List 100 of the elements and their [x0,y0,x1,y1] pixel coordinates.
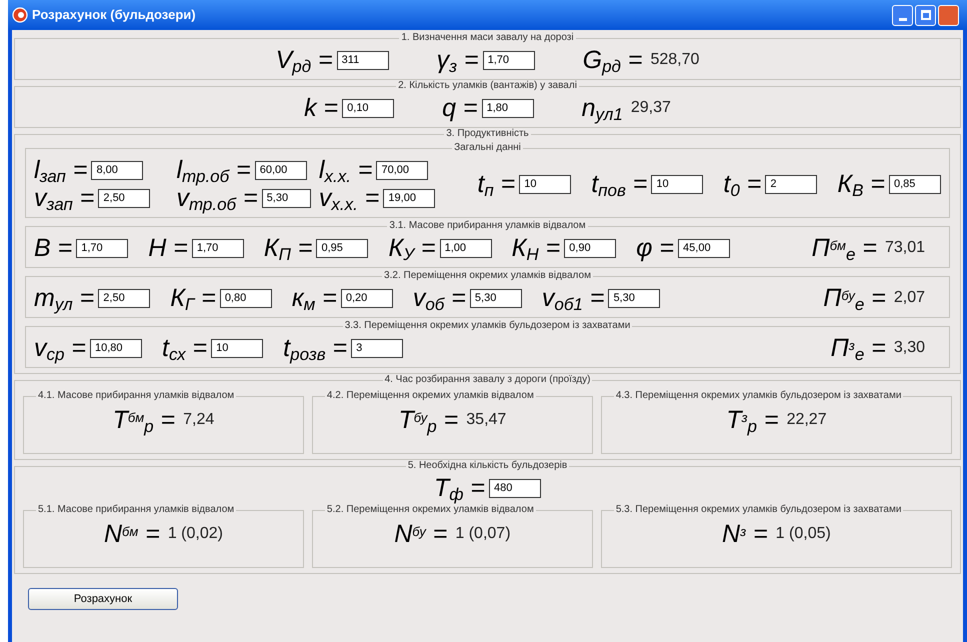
input-field[interactable]: 1,00 [440,238,492,258]
group-title: 3. Продуктивність [445,128,530,140]
formula-label: К$_{П}$ = [264,234,312,262]
group-title: 5.3. Переміщення окремих уламків бульдозером із захватами [614,504,902,516]
formula-label: К$_{Н}$ = [512,234,560,262]
group-title: 5. Необхідна кількість бульдозерів [406,460,568,472]
group-title: 2. Кількість уламків (вантажів) у завалі [397,80,578,92]
formula-label: N$^{з}$ = [722,520,768,548]
formula-label: П$^{бм}$$_{е}$ = [812,234,877,262]
formula-label: V$_{рд}$ = [276,46,333,74]
formula-label: v$_{тр.об}$ = [176,184,258,212]
input-field[interactable]: 311 [336,50,389,70]
group-title: 4.1. Масове прибирання уламків відвалом [37,390,236,402]
input-field[interactable]: 5,30 [608,288,660,308]
input-field[interactable]: 5,30 [262,188,311,208]
close-button[interactable] [938,4,959,26]
minimize-button[interactable] [892,4,913,26]
formula-label: v$_{об1}$ = [542,284,604,312]
group-title: Загальні данні [453,142,522,154]
input-field[interactable]: 8,00 [91,160,144,180]
result-value: 1 (0,02) [168,524,223,544]
formula-label: К$_{В}$ = [837,170,885,198]
input-field[interactable]: 2,50 [98,288,150,308]
input-field[interactable]: 19,00 [383,188,436,208]
formula-label: t$_{сх}$ = [162,334,208,362]
app-icon [12,7,28,23]
result-value: 29,37 [630,98,671,118]
group-title: 5.2. Переміщення окремих уламків відвалом [326,504,535,516]
formula-label: П$^{бу}$$_{е}$ = [823,284,886,312]
formula-label: К$_{У}$ = [388,234,436,262]
input-field[interactable]: 3 [351,338,404,358]
input-field[interactable]: 1,70 [192,238,244,258]
input-field[interactable]: 480 [489,478,542,498]
result-value: 7,24 [183,410,214,430]
formula-label: l$_{тр.об}$ = [176,156,251,184]
formula-label: t$_{п}$ = [477,170,516,198]
formula-label: t$_{0}$ = [723,170,762,198]
result-value: 2,07 [894,288,925,308]
input-field[interactable]: 0,10 [342,98,394,118]
formula-label: n$_{ул1}$ [582,94,623,122]
formula-label: q = [442,94,478,122]
formula-label: К$_{Г}$ = [170,284,216,312]
input-field[interactable]: 0,80 [220,288,272,308]
group-title: 4. Час розбирання завалу з дороги (проїзду) [384,374,592,386]
result-value: 73,01 [884,238,925,258]
formula-label: N$^{бу}$ = [394,520,448,548]
input-field[interactable]: 70,00 [376,160,428,180]
calculate-button[interactable]: Розрахунок [28,588,178,610]
result-value: 528,70 [650,50,700,70]
formula-label: φ = [636,234,674,262]
formula-label: v$_{об}$ = [412,284,466,312]
result-value: 35,47 [466,410,506,430]
maximize-button[interactable] [915,4,936,26]
result-value: 1 (0,05) [776,524,831,544]
formula-label: m$_{ул}$ = [34,284,94,312]
formula-label: T$_{ф}$ = [434,474,486,502]
formula-label: k = [304,94,338,122]
input-field[interactable]: 1,80 [482,98,534,118]
group-title: 1. Визначення маси завалу на дорозі [400,32,575,44]
input-field[interactable]: 10 [519,174,572,194]
input-field[interactable]: 10 [651,174,704,194]
group-title: 5.1. Масове прибирання уламків відвалом [37,504,236,516]
input-field[interactable]: 0,95 [316,238,368,258]
input-field[interactable]: 10,80 [90,338,142,358]
window-title: Розрахунок (бульдозери) [32,6,196,24]
formula-label: T$^{бм}$$_{р}$ = [112,406,176,434]
input-field[interactable]: 2,50 [98,188,150,208]
formula-label: l$_{зап}$ = [34,156,88,184]
formula-label: H = [148,234,188,262]
formula-label: v$_{ср}$ = [34,334,86,362]
formula-label: t$_{розв}$ = [283,334,348,362]
input-field[interactable]: 1,70 [482,50,535,70]
input-field[interactable]: 10 [211,338,264,358]
input-field[interactable]: 1,70 [76,238,128,258]
formula-label: к$_{м}$ = [292,284,337,312]
formula-label: v$_{зап}$ = [34,184,94,212]
group-title: 4.3. Переміщення окремих уламків бульдозером із захватами [614,390,902,402]
group-title: 4.2. Переміщення окремих уламків відвалом [326,390,535,402]
formula-label: N$^{бм}$ = [104,520,160,548]
input-field[interactable]: 0,85 [889,174,941,194]
input-field[interactable]: 0,90 [564,238,616,258]
formula-label: B = [34,234,72,262]
formula-label: T$^{з}$$_{р}$ = [726,406,779,434]
result-value: 22,27 [786,410,827,430]
formula-label: γ$_{з}$ = [436,46,479,74]
group-title: 3.1. Масове прибирання уламків відвалом [388,220,587,232]
formula-label: t$_{пов}$ = [591,170,648,198]
formula-label: v$_{х.х.}$ = [318,184,380,212]
group-title: 3.3. Переміщення окремих уламків бульдозером із захватами [344,320,632,332]
input-field[interactable]: 60,00 [254,160,307,180]
input-field[interactable]: 0,20 [340,288,393,308]
input-field[interactable]: 2 [765,174,818,194]
formula-label: T$^{бу}$$_{р}$ = [398,406,458,434]
formula-label: G$_{рд}$ = [582,46,642,74]
input-field[interactable]: 5,30 [470,288,522,308]
result-value: 3,30 [894,338,925,358]
formula-label: П$^{з}$$_{е}$ = [830,334,886,362]
formula-label: l$_{х.х.}$ = [318,156,372,184]
input-field[interactable]: 45,00 [678,238,730,258]
result-value: 1 (0,07) [455,524,511,544]
